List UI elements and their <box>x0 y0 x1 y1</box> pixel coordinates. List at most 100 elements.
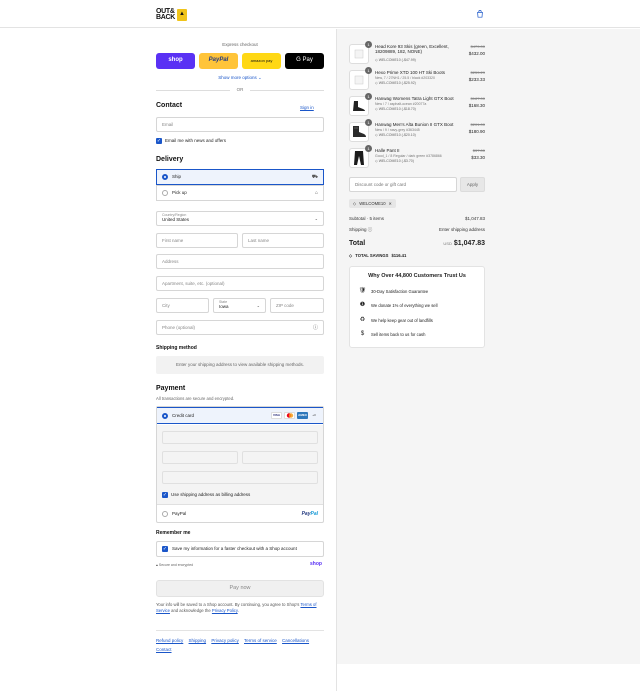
discount-code-input[interactable] <box>355 182 451 187</box>
country-select[interactable]: Country/Region United States ⌄ <box>156 211 324 226</box>
logo-text: OUT& BACK <box>156 7 176 21</box>
last-name-input[interactable] <box>248 238 318 243</box>
payment-option-paypal[interactable]: PayPal PayPal <box>157 505 323 522</box>
delivery-option-pickup[interactable]: Pick up ⌂ <box>156 185 324 201</box>
remove-discount-icon[interactable]: ✕ <box>389 201 393 206</box>
state-select[interactable]: State Iowa ⌄ <box>213 298 266 313</box>
checkbox-checked-icon[interactable]: ✓ <box>162 492 168 498</box>
contact-heading: Contact <box>156 102 183 109</box>
line-item: 1 Hexo Prime XTD 100 HT Ski Boots New, 7… <box>349 67 485 92</box>
tag-icon: ◇ <box>375 58 378 62</box>
newsletter-checkbox-row[interactable]: ✓ Email me with news and offers <box>156 138 226 144</box>
shop-pay-button[interactable]: shop <box>156 53 195 69</box>
remember-me-checkbox-row[interactable]: ✓ Save my information for a faster check… <box>156 541 324 557</box>
first-name-field[interactable] <box>156 233 238 248</box>
apply-discount-button[interactable]: Apply <box>460 177 485 192</box>
donation-icon: ❶ <box>359 301 366 308</box>
tag-icon: ◇ <box>375 81 378 85</box>
column-divider <box>336 664 337 691</box>
email-input[interactable] <box>162 122 318 127</box>
item-price: $233.33 <box>468 77 485 82</box>
total-savings: ◇ TOTAL SAVINGS $116.41 <box>349 253 406 258</box>
apartment-field[interactable] <box>156 276 324 291</box>
logo-mark-icon: ▲ <box>177 8 187 21</box>
show-more-label: Show more options <box>218 75 257 80</box>
item-price: $168.30 <box>468 103 485 108</box>
payment-method-box: Credit card VISA AMEX +3 ✓ Use shipping … <box>156 406 324 523</box>
shopping-bag-icon[interactable] <box>476 10 484 18</box>
shipping-value: Enter shipping address <box>438 227 485 232</box>
terms-of-service-footer-link[interactable]: Terms of service <box>244 638 277 643</box>
footer-links: Refund policy Shipping Privacy policy Te… <box>156 637 324 654</box>
help-circle-icon[interactable]: ⓘ <box>313 325 318 331</box>
ship-label: Ship <box>172 174 182 180</box>
billing-address-checkbox-row[interactable]: ✓ Use shipping address as billing addres… <box>162 492 250 498</box>
line-item: 1 Halle Pant II Good_1 / 8 Regular / dar… <box>349 145 485 170</box>
trust-row: $ Sell items back to us for cash <box>358 330 478 339</box>
item-original-price: $259.29 <box>470 70 485 75</box>
pay-now-button[interactable]: Pay now <box>156 580 324 597</box>
discount-code-field[interactable] <box>349 177 457 192</box>
card-expiry-field[interactable] <box>162 451 238 464</box>
last-name-field[interactable] <box>242 233 324 248</box>
item-variant: New, 7 / 27NH1 / 25.5 / black #203320 <box>375 76 435 80</box>
visa-icon: VISA <box>271 412 282 419</box>
refund-policy-link[interactable]: Refund policy <box>156 638 183 643</box>
phone-input[interactable] <box>162 325 313 330</box>
recycle-icon: ♻ <box>359 316 366 323</box>
header: OUT& BACK ▲ <box>0 0 640 28</box>
mastercard-icon <box>284 412 295 419</box>
shipping-policy-link[interactable]: Shipping <box>189 638 207 643</box>
city-field[interactable] <box>156 298 209 313</box>
item-discount-text: WELCOME10 (-$18.70) <box>378 107 416 111</box>
contact-link[interactable]: Contact <box>156 647 172 652</box>
truck-icon: ⛟ <box>311 174 318 180</box>
payment-option-credit-card[interactable]: Credit card VISA AMEX +3 <box>157 407 323 424</box>
phone-field[interactable]: ⓘ <box>156 320 324 335</box>
card-name-field[interactable] <box>162 471 318 484</box>
applied-discount-tag: ◇ WELCOME10 ✕ <box>349 199 397 208</box>
card-number-field[interactable] <box>162 431 318 444</box>
address-field[interactable] <box>156 254 324 269</box>
legal-text: Your info will be saved to a Shop accoun… <box>156 602 324 614</box>
amazon-pay-button[interactable]: amazon pay <box>242 53 281 69</box>
item-discount-text: WELCOME10 (-$20.10) <box>378 133 416 137</box>
checkbox-checked-icon[interactable]: ✓ <box>162 546 168 552</box>
store-logo[interactable]: OUT& BACK ▲ <box>156 6 190 23</box>
first-name-input[interactable] <box>162 238 232 243</box>
city-input[interactable] <box>162 303 203 308</box>
paypal-button[interactable]: PayPal <box>199 53 238 69</box>
radio-unselected-icon <box>162 510 168 517</box>
item-variant: Good_1 / 8 Regular / dark green #3786866 <box>375 154 442 158</box>
card-security-code-field[interactable] <box>242 451 318 464</box>
google-pay-button[interactable]: G Pay <box>285 53 324 69</box>
tag-icon: ◇ <box>375 107 378 111</box>
shipping-row: Shipping ⓘ Enter shipping address <box>349 227 485 232</box>
zip-field[interactable] <box>270 298 324 313</box>
savings-label: TOTAL SAVINGS <box>355 253 389 258</box>
sign-in-link[interactable]: Sign in <box>300 105 314 110</box>
email-field[interactable] <box>156 117 324 132</box>
item-price: $432.00 <box>468 51 485 56</box>
cancellations-link[interactable]: Cancellations <box>282 638 309 643</box>
total-amount: USD $1,047.83 <box>443 240 485 248</box>
applied-discount-code: WELCOME10 <box>359 200 386 206</box>
line-item: 1 Head Kore 93 Skis (green, Excellent, 1… <box>349 41 485 66</box>
show-more-options-link[interactable]: Show more options ⌄ <box>156 75 324 80</box>
privacy-policy-link[interactable]: Privacy Policy <box>212 608 238 613</box>
amex-icon: AMEX <box>297 412 308 419</box>
trust-row-text: We help keep gear out of landfills <box>371 317 433 323</box>
delivery-option-ship[interactable]: Ship ⛟ <box>156 169 324 185</box>
shipping-method-note: Enter your shipping address to view avai… <box>156 356 324 374</box>
apartment-input[interactable] <box>162 281 318 286</box>
checkbox-checked-icon[interactable]: ✓ <box>156 138 162 144</box>
newsletter-label: Email me with news and offers <box>165 138 226 144</box>
total-row: Total USD $1,047.83 <box>349 240 485 248</box>
item-discount-text: WELCOME10 (-$47.99) <box>378 58 416 62</box>
remember-me-label: Save my information for a faster checkou… <box>172 546 297 552</box>
zip-input[interactable] <box>276 303 318 308</box>
tag-icon: ◇ <box>375 159 378 163</box>
address-input[interactable] <box>162 259 318 264</box>
privacy-policy-footer-link[interactable]: Privacy policy <box>211 638 239 643</box>
help-circle-icon[interactable]: ⓘ <box>368 227 373 232</box>
